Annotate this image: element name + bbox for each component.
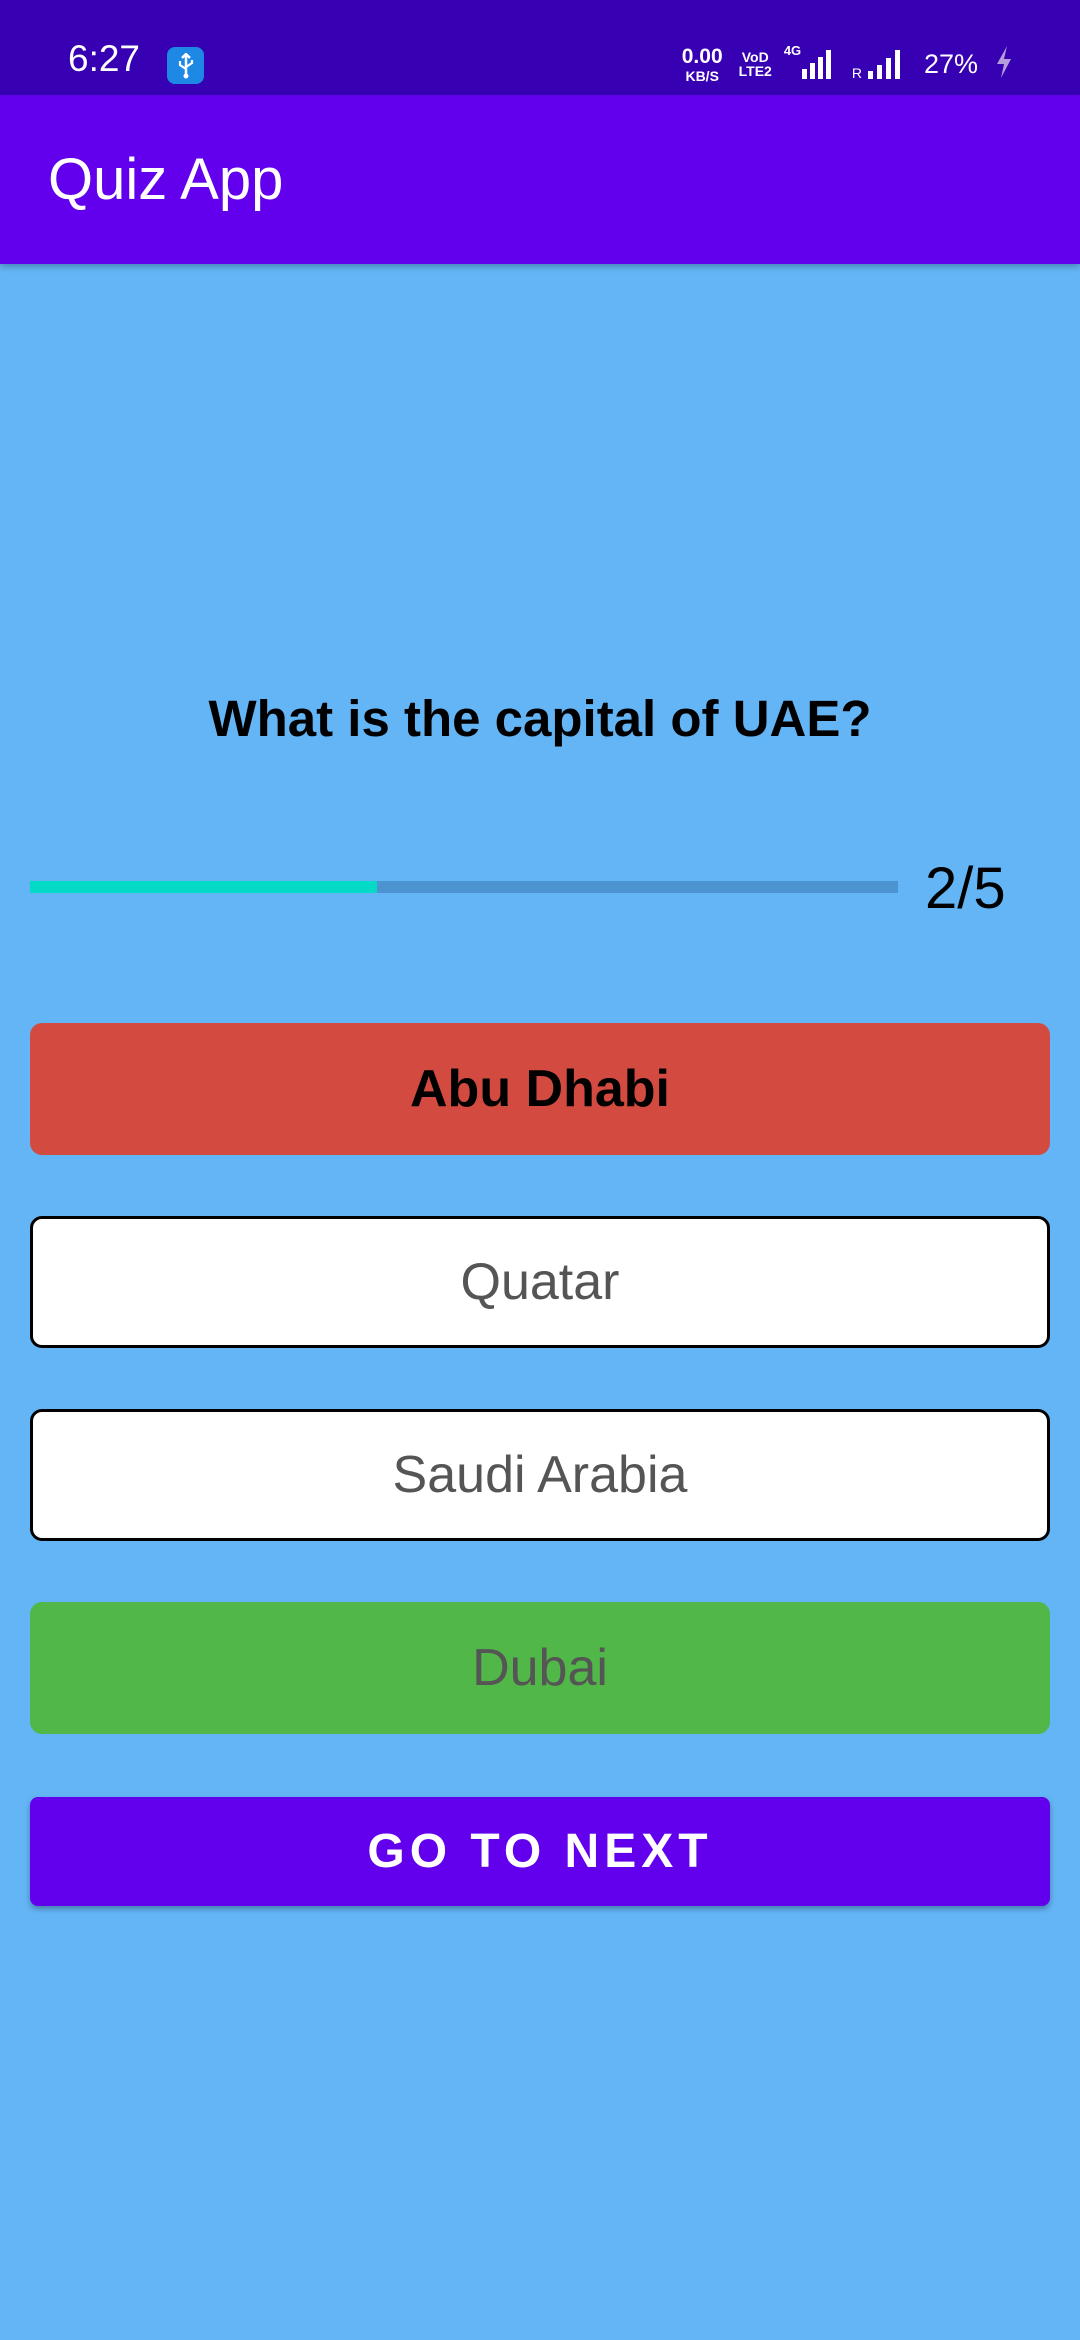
option-button-quatar[interactable]: Quatar [30, 1216, 1050, 1348]
signal-icon: 4G [784, 43, 836, 81]
signal-icon: R [852, 47, 908, 81]
usb-icon [167, 47, 204, 84]
roaming-indicator: R [851, 65, 862, 81]
volte-indicator: VoD LTE2 [739, 50, 772, 78]
status-bar: 6:27 0.00 KB/S VoD LTE2 4G R 27% [0, 0, 1080, 95]
option-button-abu-dhabi[interactable]: Abu Dhabi [30, 1023, 1050, 1155]
net-speed-unit: KB/S [685, 67, 719, 84]
status-time: 6:27 [68, 38, 141, 79]
charging-icon [994, 45, 1014, 84]
status-icons: 0.00 KB/S VoD LTE2 4G R 27% [682, 40, 1014, 88]
progress-bar [30, 881, 898, 893]
progress-counter: 2/5 [925, 856, 1006, 921]
volte-line1: VoD [741, 49, 769, 65]
option-button-dubai[interactable]: Dubai [30, 1602, 1050, 1734]
network-type: 4G [783, 43, 802, 58]
net-speed-value: 0.00 [681, 44, 723, 68]
app-bar: Quiz App [0, 95, 1080, 264]
battery-percentage: 27% [923, 48, 978, 79]
volte-line2: LTE2 [738, 63, 772, 79]
option-button-saudi-arabia[interactable]: Saudi Arabia [30, 1409, 1050, 1541]
progress-fill [30, 881, 378, 893]
question-text: What is the capital of UAE? [208, 690, 872, 747]
net-speed: 0.00 KB/S [682, 46, 723, 83]
app-title: Quiz App [48, 147, 284, 212]
go-to-next-button[interactable]: GO TO NEXT [30, 1797, 1050, 1906]
